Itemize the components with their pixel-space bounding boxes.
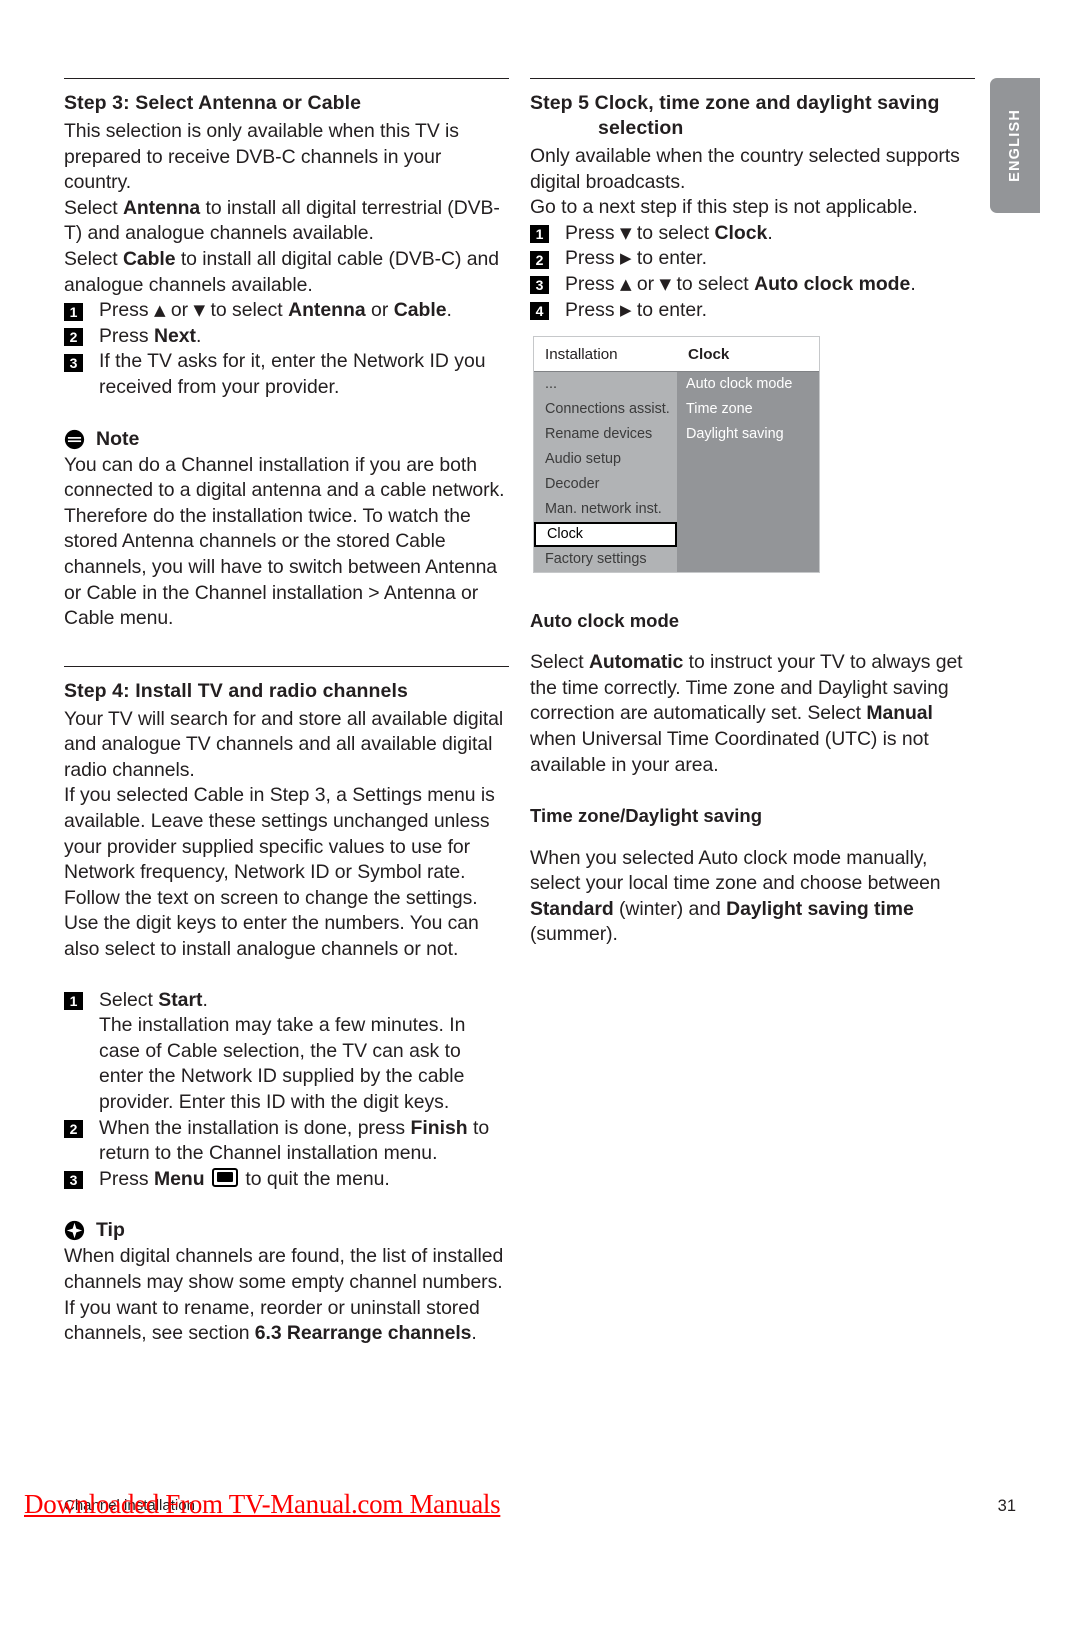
tv-menu-submenu-item bbox=[677, 522, 819, 547]
tv-menu-item: ... bbox=[534, 372, 677, 397]
tv-menu-submenu-item bbox=[677, 547, 819, 572]
tv-menu-submenu-item bbox=[677, 447, 819, 472]
step3-paragraph-1: This selection is only available when th… bbox=[64, 120, 459, 194]
step5-instruction-list: 1 Press ▼ to select Clock. 2 Press ▶ to … bbox=[530, 221, 975, 323]
tv-menu-header-left: Installation bbox=[545, 345, 618, 363]
step3-heading: Step 3: Select Antenna or Cable bbox=[64, 92, 362, 114]
tv-menu-submenu-item: Auto clock mode bbox=[677, 372, 819, 397]
tv-menu-row: Audio setup bbox=[534, 447, 819, 472]
tv-menu-item-selected: Clock bbox=[534, 522, 677, 547]
page-number: 31 bbox=[997, 1497, 1016, 1515]
step5-paragraph-1: Only available when the country selected… bbox=[530, 145, 960, 193]
left-column: Step 3: Select Antenna or Cable This sel… bbox=[64, 78, 509, 1347]
list-item: 1 Press ▲ or ▼ to select Antenna or Cabl… bbox=[64, 298, 509, 324]
step-number-badge: 2 bbox=[64, 1120, 83, 1139]
step-number-badge: 2 bbox=[530, 250, 549, 269]
note-icon bbox=[64, 429, 85, 449]
arrow-right-icon: ▶ bbox=[619, 249, 632, 268]
list-item: 2 When the installation is done, press F… bbox=[64, 1116, 509, 1167]
tv-menu-item: Rename devices bbox=[534, 422, 677, 447]
list-item: 3 Press Menu to quit the menu. bbox=[64, 1167, 509, 1193]
tip-text: When digital channels are found, the lis… bbox=[64, 1245, 504, 1345]
step5-heading-line1: Step 5 Clock, time zone and daylight sav… bbox=[530, 92, 940, 114]
step-number-badge: 3 bbox=[64, 353, 83, 372]
step3-paragraph-2: Select Antenna to install all digital te… bbox=[64, 196, 500, 245]
tv-menu-row: Factory settings bbox=[534, 547, 819, 572]
note-callout-header: Note bbox=[64, 428, 509, 451]
note-text: You can do a Channel installation if you… bbox=[64, 453, 505, 630]
step4-sub-text: The installation may take a few minutes.… bbox=[99, 1014, 466, 1113]
step-number-badge: 3 bbox=[530, 276, 549, 295]
tv-menu-row: Rename devices Daylight saving bbox=[534, 422, 819, 447]
tv-menu-item: Connections assist. bbox=[534, 397, 677, 422]
tip-callout-header: Tip bbox=[64, 1219, 509, 1242]
step4-paragraph-1: Your TV will search for and store all av… bbox=[64, 707, 504, 781]
list-item: 2 Press ▶ to enter. bbox=[530, 246, 975, 272]
section-divider-step4 bbox=[64, 665, 509, 667]
watermark-text: Downloaded From TV-Manual.com Manuals bbox=[24, 1489, 501, 1519]
step-number-badge: 3 bbox=[64, 1171, 83, 1190]
tip-icon bbox=[64, 1221, 85, 1241]
arrow-up-icon: ▲ bbox=[619, 274, 632, 293]
arrow-down-icon: ▼ bbox=[659, 274, 672, 293]
step4-instruction-list: 1 Select Start. The installation may tak… bbox=[64, 988, 509, 1193]
auto-clock-mode-text: Select Automatic to instruct your TV to … bbox=[530, 651, 963, 776]
list-item: 3 If the TV asks for it, enter the Netwo… bbox=[64, 349, 509, 400]
menu-key-icon bbox=[211, 1167, 238, 1187]
auto-clock-mode-heading: Auto clock mode bbox=[530, 609, 680, 631]
tv-menu-row: ... Auto clock mode bbox=[534, 372, 819, 397]
arrow-down-icon: ▼ bbox=[193, 301, 206, 320]
step-number-badge: 1 bbox=[530, 225, 549, 244]
tv-menu-row: Connections assist. Time zone bbox=[534, 397, 819, 422]
tv-menu-item: Audio setup bbox=[534, 447, 677, 472]
tv-menu-submenu-item bbox=[677, 472, 819, 497]
list-item: 4 Press ▶ to enter. bbox=[530, 298, 975, 324]
tv-settings-menu-screenshot: Installation Clock ... Auto clock mode Con… bbox=[533, 336, 820, 573]
step-number-badge: 4 bbox=[530, 302, 549, 321]
tip-label: Tip bbox=[96, 1219, 125, 1242]
step-number-badge: 2 bbox=[64, 328, 83, 347]
tv-menu-row: Decoder bbox=[534, 472, 819, 497]
step3-paragraph-3: Select Cable to install all digital cabl… bbox=[64, 247, 499, 296]
tv-menu-header: Installation Clock bbox=[534, 337, 819, 372]
list-item: 3 Press ▲ or ▼ to select Auto clock mode… bbox=[530, 272, 975, 298]
note-label: Note bbox=[96, 427, 140, 450]
arrow-right-icon: ▶ bbox=[619, 300, 632, 319]
document-page: ENGLISH Step 3: Select Antenna or Cable … bbox=[0, 0, 1080, 1627]
step5-paragraph-2: Go to a next step if this step is not ap… bbox=[530, 196, 918, 219]
step4-heading: Step 4: Install TV and radio channels bbox=[64, 679, 408, 702]
section-divider-step5 bbox=[530, 78, 975, 79]
step-number-badge: 1 bbox=[64, 302, 83, 321]
tv-menu-submenu-item: Daylight saving bbox=[677, 422, 819, 447]
tv-menu-item: Decoder bbox=[534, 472, 677, 497]
step3-instruction-list: 1 Press ▲ or ▼ to select Antenna or Cabl… bbox=[64, 298, 509, 400]
tv-menu-item: Factory settings bbox=[534, 547, 677, 572]
list-item: 2 Press Next. bbox=[64, 324, 509, 350]
language-tab: ENGLISH bbox=[990, 78, 1040, 213]
time-zone-heading: Time zone/Daylight saving bbox=[530, 805, 762, 827]
list-item: 1 Select Start. The installation may tak… bbox=[64, 988, 509, 1116]
step4-paragraph-2: If you selected Cable in Step 3, a Setti… bbox=[64, 784, 495, 961]
tv-menu-item: Man. network inst. bbox=[534, 497, 677, 522]
tv-menu-submenu-item bbox=[677, 497, 819, 522]
language-tab-label: ENGLISH bbox=[1007, 109, 1023, 182]
step5-heading-line2: selection bbox=[598, 117, 684, 139]
list-item: 1 Press ▼ to select Clock. bbox=[530, 221, 975, 247]
tv-menu-rows: ... Auto clock mode Connections assist. Tim… bbox=[534, 372, 819, 572]
time-zone-text: When you selected Auto clock mode manual… bbox=[530, 846, 941, 946]
step-number-badge: 1 bbox=[64, 992, 83, 1011]
tv-menu-submenu-item: Time zone bbox=[677, 397, 819, 422]
section-divider-step3 bbox=[64, 78, 509, 79]
tv-menu-row: Clock bbox=[534, 522, 819, 547]
arrow-down-icon: ▼ bbox=[619, 223, 632, 242]
tv-menu-header-right: Clock bbox=[688, 345, 730, 363]
arrow-up-icon: ▲ bbox=[153, 301, 166, 320]
tv-menu-row: Man. network inst. bbox=[534, 497, 819, 522]
step5-heading: Step 5 Clock, time zone and daylight sav… bbox=[530, 91, 975, 141]
